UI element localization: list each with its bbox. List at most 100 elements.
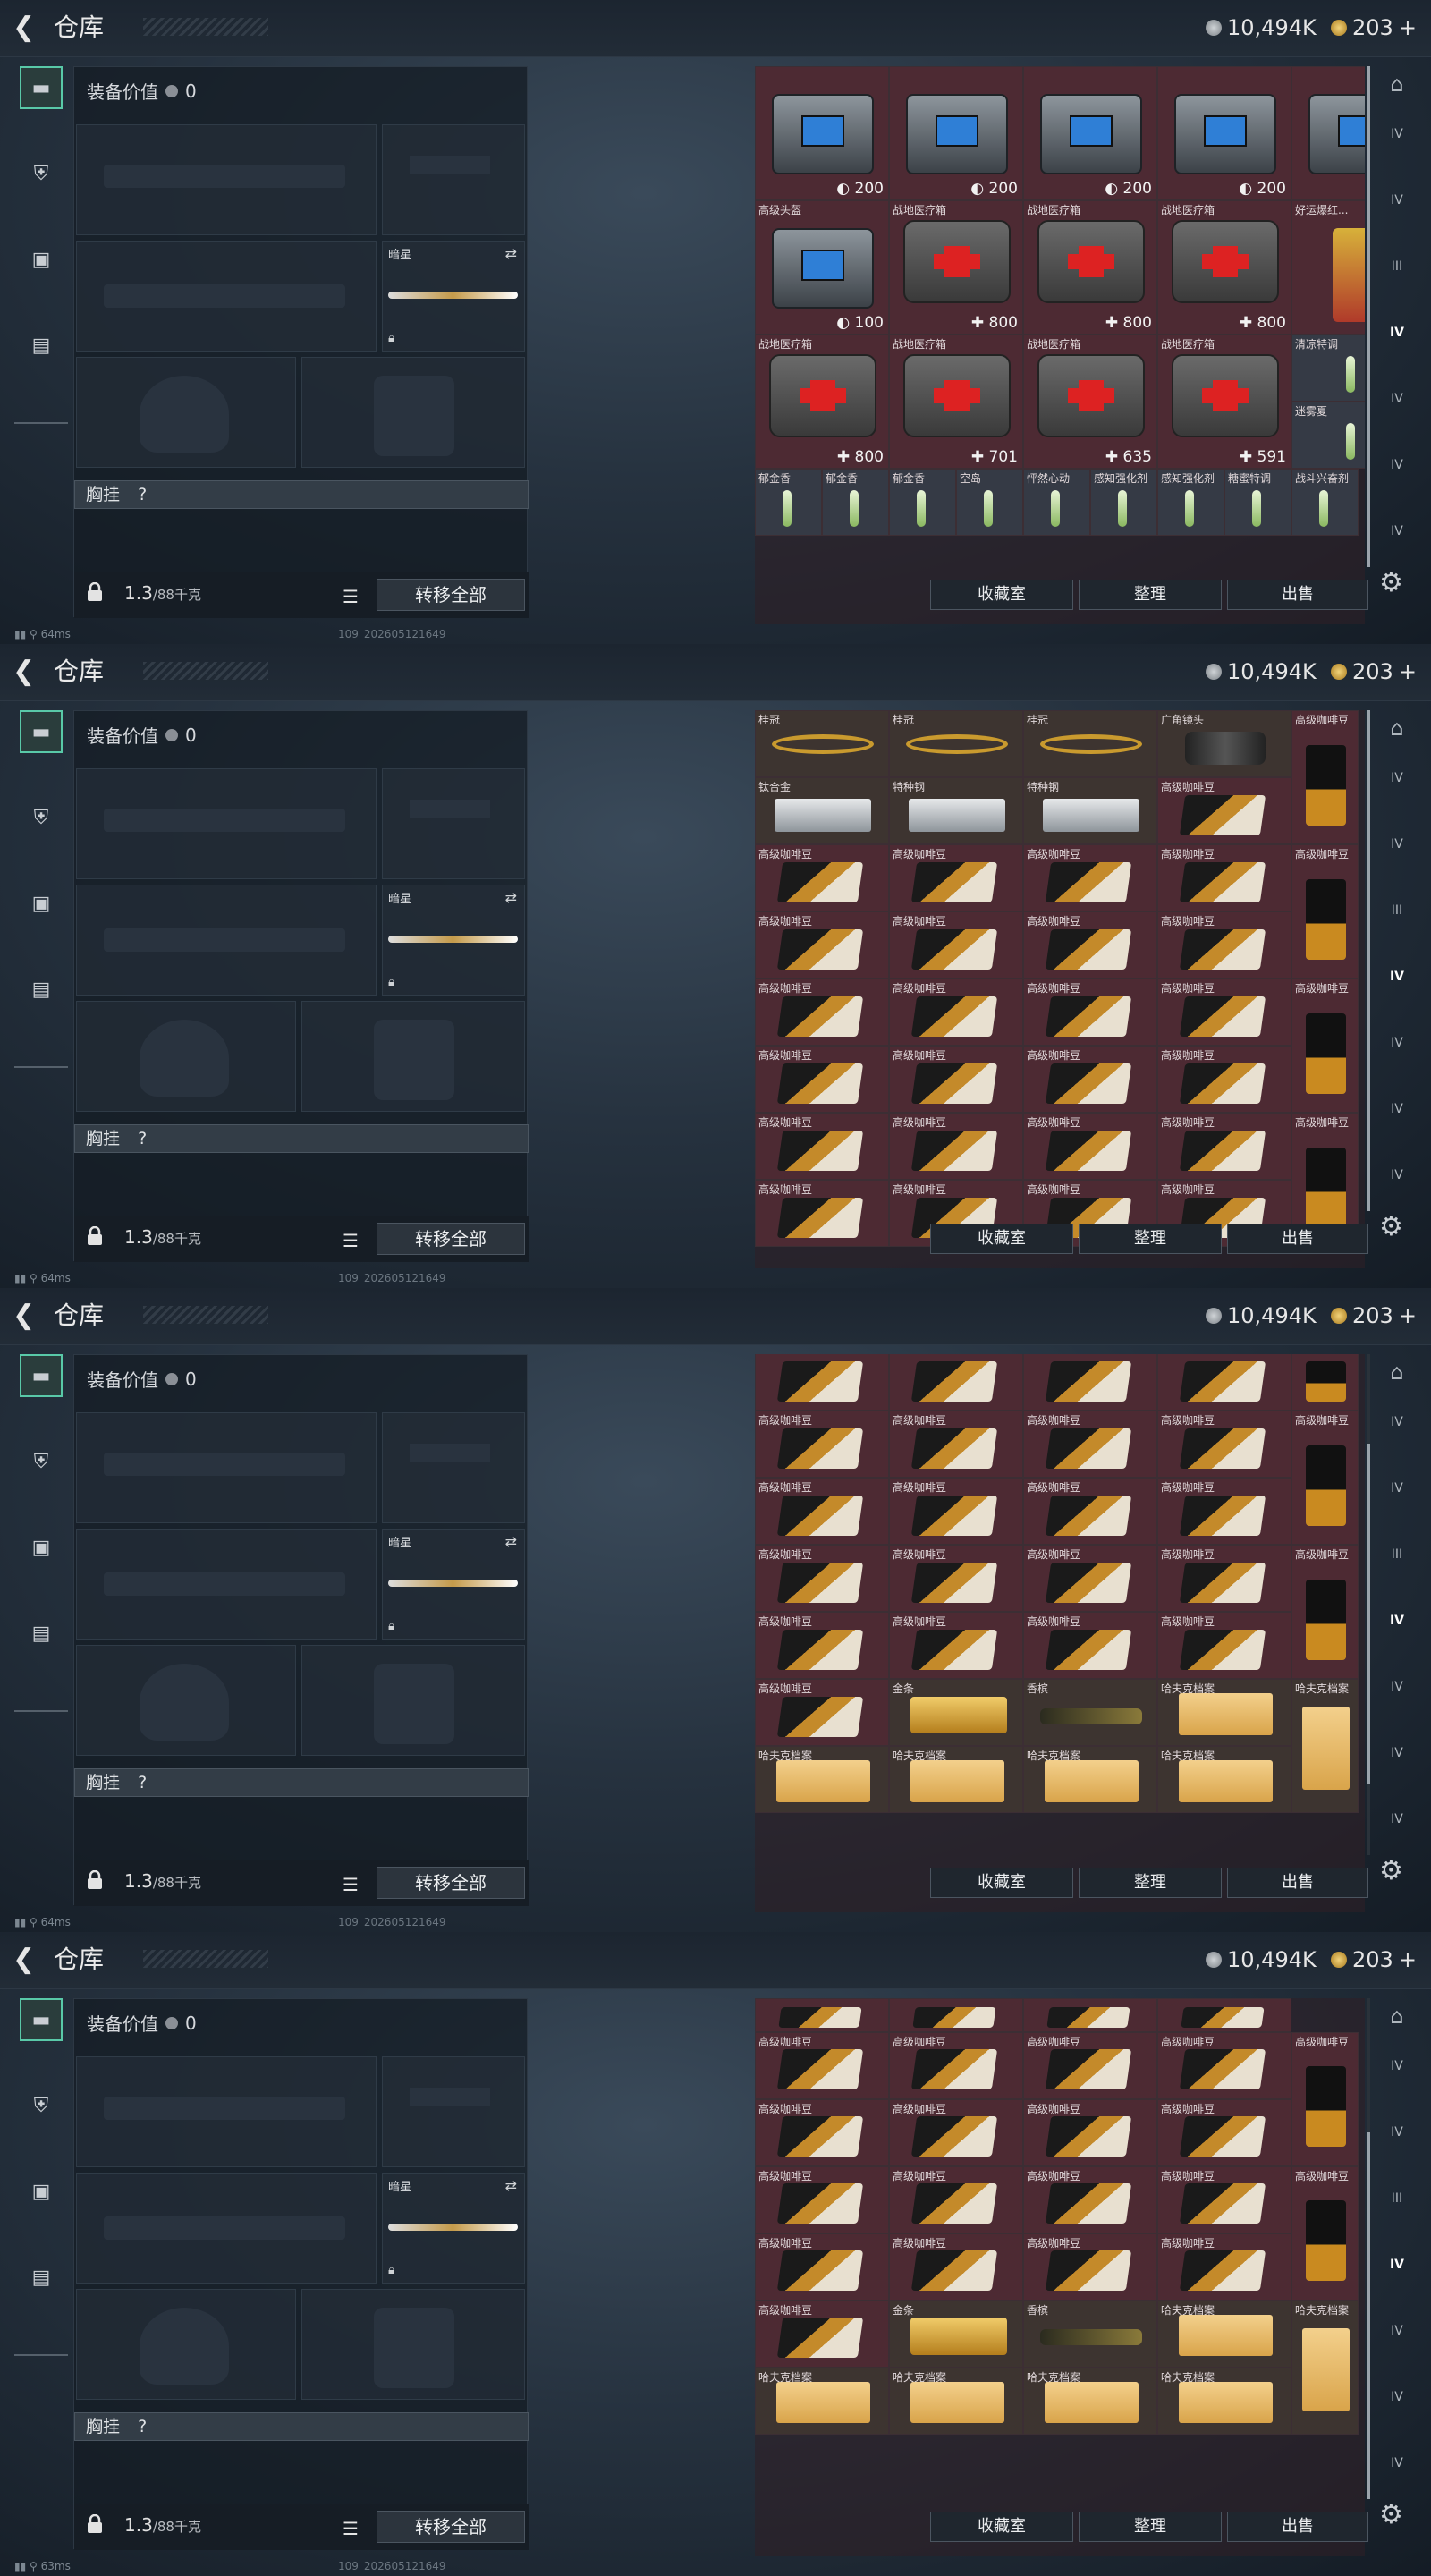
storage-tab-2[interactable]: IV	[1379, 1470, 1415, 1506]
sell-button[interactable]: 出售	[1227, 1868, 1368, 1898]
inventory-item[interactable]: 特种钢	[1023, 777, 1157, 844]
inventory-item[interactable]: 高级咖啡豆	[889, 2098, 1023, 2166]
inventory-item[interactable]	[889, 1998, 1023, 2032]
storage-tab-1[interactable]: IV	[1379, 116, 1415, 152]
sidebar-briefcase-icon[interactable]: ▤	[20, 968, 63, 1011]
inventory-item[interactable]: 高级咖啡豆	[889, 1612, 1023, 1679]
inventory-item[interactable]: 高级咖啡豆	[1157, 1046, 1291, 1113]
storage-tab-2[interactable]: IV	[1379, 826, 1415, 862]
sidebar-backpack-icon[interactable]: ▣	[20, 882, 63, 925]
inventory-item[interactable]: 高级咖啡豆	[1023, 911, 1157, 979]
inventory-item[interactable]: 高级咖啡豆	[1291, 2031, 1359, 2166]
sidebar-rifle-icon[interactable]: ▬	[20, 710, 63, 753]
inventory-item[interactable]: 高级咖啡豆	[755, 2031, 889, 2099]
back-button[interactable]: ❮	[13, 13, 35, 43]
helmet-slot[interactable]	[76, 357, 296, 468]
help-icon[interactable]: ?	[138, 1773, 147, 1792]
inventory-item[interactable]: 金条	[889, 2300, 1023, 2368]
inventory-item[interactable]: 桂冠	[889, 710, 1023, 777]
storage-tab-7[interactable]: IV	[1379, 1801, 1415, 1837]
inventory-item[interactable]: 高级咖啡豆	[1157, 2233, 1291, 2301]
swap-icon[interactable]: ⇄	[505, 889, 517, 906]
storage-tab-1[interactable]: IV	[1379, 2048, 1415, 2084]
inventory-item[interactable]: 高级咖啡豆	[1023, 2098, 1157, 2166]
sidebar-briefcase-icon[interactable]: ▤	[20, 1612, 63, 1655]
gold-currency[interactable]: 203 +	[1331, 658, 1417, 685]
collection-button[interactable]: 收藏室	[930, 2512, 1073, 2542]
secondary-weapon-slot[interactable]	[76, 241, 377, 352]
sidebar-briefcase-icon[interactable]: ▤	[20, 2256, 63, 2299]
gold-plus-button[interactable]: +	[1399, 1302, 1417, 1329]
scrollbar-thumb[interactable]	[1367, 66, 1370, 567]
storage-tab-4[interactable]: IV	[1379, 959, 1415, 995]
primary-weapon-slot[interactable]	[76, 124, 377, 235]
armor-slot[interactable]	[301, 1001, 525, 1112]
melee-slot[interactable]: 暗星 ⇄ 🔒︎	[382, 885, 525, 996]
scrollbar-thumb[interactable]	[1367, 710, 1370, 1211]
inventory-item[interactable]: 高级咖啡豆	[1291, 979, 1359, 1113]
sidebar-helmet-icon[interactable]: ⛨	[20, 2084, 63, 2127]
collection-button[interactable]: 收藏室	[930, 1868, 1073, 1898]
secondary-weapon-slot[interactable]	[76, 885, 377, 996]
inventory-item[interactable]: ◐ 200	[889, 66, 1023, 200]
primary-weapon-slot[interactable]	[76, 1412, 377, 1523]
inventory-item[interactable]: 迷雾夏	[1291, 402, 1365, 469]
secondary-weapon-slot[interactable]	[76, 2173, 377, 2284]
gold-plus-button[interactable]: +	[1399, 658, 1417, 685]
inventory-item[interactable]: 桂冠	[755, 710, 889, 777]
storage-tab-2[interactable]: IV	[1379, 182, 1415, 218]
sidebar-rifle-icon[interactable]: ▬	[20, 66, 63, 109]
melee-slot[interactable]: 暗星 ⇄ 🔒︎	[382, 241, 525, 352]
inventory-item[interactable]: 清凉特调	[1291, 335, 1365, 402]
scrollbar-thumb[interactable]	[1367, 1444, 1370, 1784]
storage-tab-3[interactable]: III	[1379, 893, 1415, 928]
inventory-item[interactable]: 高级咖啡豆	[755, 2165, 889, 2233]
inventory-scrollbar[interactable]	[1367, 710, 1370, 1211]
inventory-item[interactable]: 高级咖啡豆	[1023, 1612, 1157, 1679]
inventory-item[interactable]: 高级咖啡豆	[1157, 1411, 1291, 1478]
inventory-scrollbar[interactable]	[1367, 1354, 1370, 1855]
inventory-item[interactable]: ◐ 200	[1157, 66, 1291, 200]
inventory-item[interactable]: 哈夫克档案	[1157, 2300, 1291, 2368]
gear-icon[interactable]: ⚙	[1379, 1211, 1403, 1242]
inventory-item[interactable]: 哈夫克档案	[755, 2367, 889, 2435]
transfer-all-button[interactable]: 转移全部	[377, 579, 525, 611]
inventory-scrollbar[interactable]	[1367, 66, 1370, 567]
inventory-item[interactable]: 高级咖啡豆	[1023, 1113, 1157, 1180]
inventory-item[interactable]: 高级咖啡豆	[755, 1411, 889, 1478]
inventory-item[interactable]: 高级咖啡豆	[1023, 1411, 1157, 1478]
inventory-item[interactable]: 哈夫克档案	[1023, 2367, 1157, 2435]
storage-tab-5[interactable]: IV	[1379, 381, 1415, 417]
inventory-item[interactable]	[1157, 1998, 1291, 2032]
sort-button[interactable]: 整理	[1079, 2512, 1222, 2542]
primary-weapon-slot[interactable]	[76, 768, 377, 879]
transfer-all-button[interactable]: 转移全部	[377, 1867, 525, 1899]
inventory-item[interactable]: 高级咖啡豆	[1157, 777, 1291, 844]
swap-icon[interactable]: ⇄	[505, 1533, 517, 1550]
storage-tab-5[interactable]: IV	[1379, 1669, 1415, 1705]
inventory-item[interactable]: 高级咖啡豆	[1023, 2165, 1157, 2233]
gear-icon[interactable]: ⚙	[1379, 2499, 1403, 2530]
inventory-item[interactable]: 郁金香	[822, 469, 889, 536]
sort-button[interactable]: 整理	[1079, 1868, 1222, 1898]
inventory-item[interactable]: 哈夫克档案	[1157, 1679, 1291, 1746]
inventory-item[interactable]: 高级咖啡豆	[1023, 979, 1157, 1046]
inventory-item[interactable]: 高级咖啡豆	[1291, 1545, 1359, 1679]
inventory-scrollbar[interactable]	[1367, 1998, 1370, 2499]
melee-slot[interactable]: 暗星 ⇄ 🔒︎	[382, 2173, 525, 2284]
inventory-item[interactable]: 战地医疗箱 ✚ 800	[1157, 200, 1291, 335]
gear-icon[interactable]: ⚙	[1379, 567, 1403, 598]
inventory-item[interactable]: 高级咖啡豆	[755, 1612, 889, 1679]
inventory-item[interactable]: 特种钢	[889, 777, 1023, 844]
storage-tab-3[interactable]: III	[1379, 2181, 1415, 2216]
inventory-item[interactable]: 哈夫克档案	[1157, 2367, 1291, 2435]
inventory-item[interactable]: 高级咖啡豆	[1291, 1411, 1359, 1545]
inventory-item[interactable]: 高级咖啡豆	[1023, 1478, 1157, 1545]
inventory-item[interactable]: 高级咖啡豆	[755, 1679, 889, 1746]
helmet-slot[interactable]	[76, 2289, 296, 2400]
sort-button[interactable]: 整理	[1079, 1224, 1222, 1254]
storage-tab-4[interactable]: IV	[1379, 2247, 1415, 2283]
inventory-item[interactable]	[755, 1354, 889, 1411]
gear-icon[interactable]: ⚙	[1379, 1855, 1403, 1886]
inventory-item[interactable]	[755, 1998, 889, 2032]
